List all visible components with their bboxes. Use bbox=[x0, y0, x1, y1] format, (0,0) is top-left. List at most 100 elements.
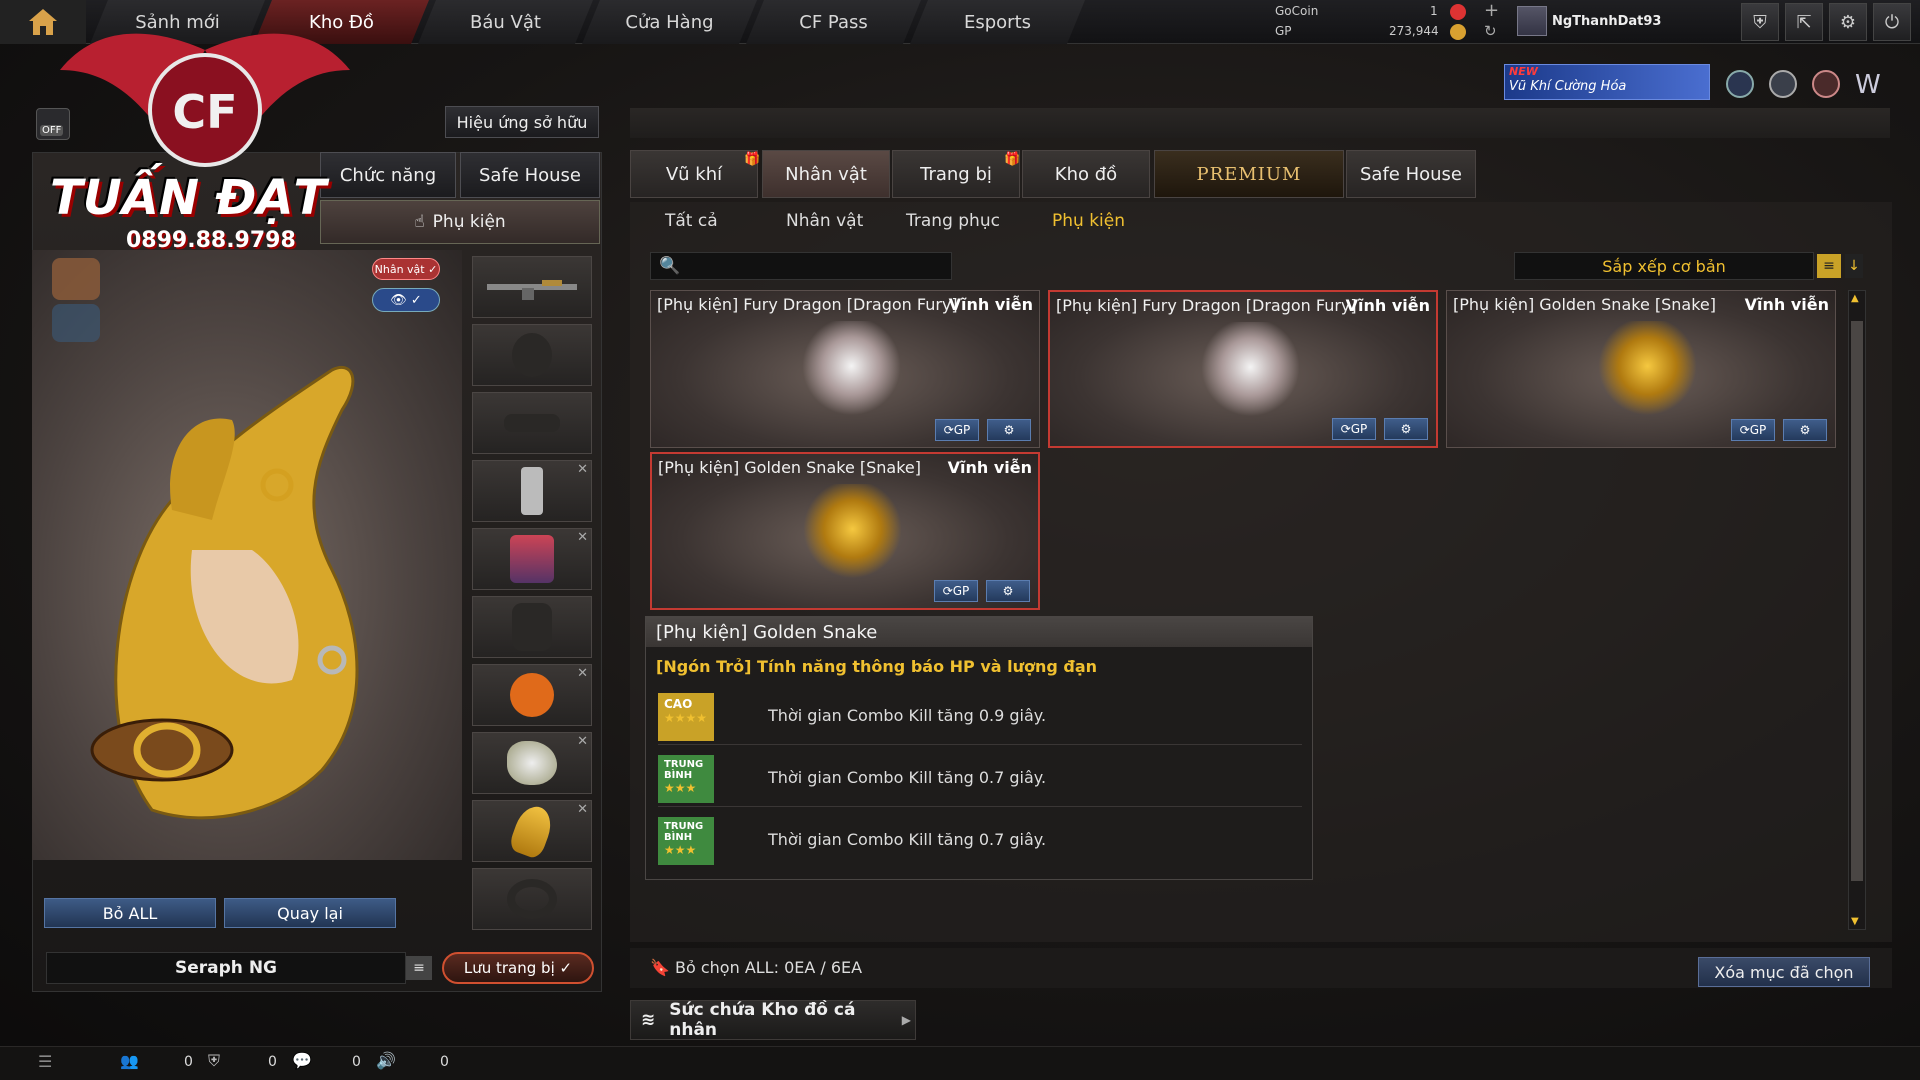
character-badge[interactable]: Nhân vật ✓ bbox=[372, 258, 440, 280]
settings-icon[interactable]: ⚙ bbox=[986, 580, 1030, 602]
tab-safe-house-left[interactable]: Safe House bbox=[460, 152, 600, 198]
tab-equipment[interactable]: Trang bị bbox=[892, 150, 1020, 198]
visibility-toggle[interactable]: 👁 ✓ bbox=[372, 288, 440, 312]
remove-all-button[interactable]: Bỏ ALL bbox=[44, 898, 216, 928]
list-view-icon[interactable]: ≡ bbox=[1817, 254, 1841, 278]
item-card[interactable]: [Phụ kiện] Golden Snake [Snake] Vĩnh viễ… bbox=[650, 452, 1040, 610]
item-card[interactable]: [Phụ kiện] Fury Dragon [Dragon Fury] Vĩn… bbox=[1048, 290, 1438, 448]
gift-icon: 🎁 bbox=[744, 152, 761, 167]
tab-weapons[interactable]: Vũ khí bbox=[630, 150, 758, 198]
vip-badge-icon[interactable] bbox=[1726, 70, 1754, 98]
slot-radio[interactable]: ✕ bbox=[472, 460, 592, 522]
scroll-down-icon[interactable]: ▼ bbox=[1851, 916, 1859, 927]
golden-glove-illustration bbox=[90, 366, 359, 820]
search-input[interactable] bbox=[688, 258, 939, 274]
clan-icon[interactable]: ⛨ bbox=[208, 1051, 220, 1071]
item-card[interactable]: [Phụ kiện] Fury Dragon [Dragon Fury] Vĩn… bbox=[650, 290, 1040, 448]
speaker-icon[interactable]: 🔊 bbox=[376, 1051, 396, 1070]
scroll-thumb[interactable] bbox=[1851, 321, 1863, 881]
settings-icon[interactable]: ⚙ bbox=[1384, 418, 1428, 440]
remove-icon[interactable]: ✕ bbox=[577, 802, 588, 817]
menu-list-icon[interactable]: ☰ bbox=[38, 1052, 52, 1071]
add-currency-icon[interactable]: + bbox=[1484, 0, 1499, 21]
promo-banner[interactable]: NEW Vũ Khí Cường Hóa bbox=[1504, 64, 1710, 100]
w-logo-icon[interactable]: W bbox=[1855, 70, 1881, 100]
backpack-icon bbox=[510, 535, 554, 583]
shield-icon[interactable]: ⛨ bbox=[1741, 3, 1779, 41]
slot-dragon-ring[interactable]: ✕ bbox=[472, 732, 592, 794]
refresh-icon[interactable]: ↻ bbox=[1484, 22, 1497, 40]
grade-badge: TRUNG BÌNH ★★★ bbox=[658, 817, 714, 865]
power-icon[interactable]: ⏻ bbox=[1873, 3, 1911, 41]
gocoin-icon bbox=[1450, 4, 1466, 20]
back-button[interactable]: Quay lại bbox=[224, 898, 396, 928]
sort-order-icon[interactable]: ↓ bbox=[1845, 254, 1863, 278]
subtab-all[interactable]: Tất cả bbox=[665, 206, 718, 236]
logo-phone: 0899.88.9798 bbox=[126, 228, 296, 253]
subtab-outfits[interactable]: Trang phục bbox=[906, 206, 1000, 236]
gp-label: GP bbox=[1275, 24, 1292, 38]
nav-tab-shop[interactable]: Cửa Hàng bbox=[582, 0, 757, 44]
character-icon-2[interactable] bbox=[52, 304, 100, 342]
delete-selected-button[interactable]: Xóa mục đã chọn bbox=[1698, 957, 1870, 987]
gocoin-value: 1 bbox=[1430, 4, 1438, 18]
tab-characters[interactable]: Nhân vật bbox=[762, 150, 890, 198]
convert-gp-button[interactable]: ⟳ GP bbox=[1731, 419, 1775, 441]
settings-icon[interactable]: ⚙ bbox=[1783, 419, 1827, 441]
convert-gp-button[interactable]: ⟳ GP bbox=[935, 419, 979, 441]
tooltip-subtitle: [Ngón Trỏ] Tính năng thông báo HP và lượ… bbox=[656, 657, 1098, 676]
save-loadout-button[interactable]: Lưu trang bị ✓ bbox=[442, 952, 594, 984]
storage-capacity-button[interactable]: ≋ Sức chứa Kho đồ cá nhân ▶ bbox=[630, 1000, 916, 1040]
tab-safe-house[interactable]: Safe House bbox=[1346, 150, 1476, 198]
search-box[interactable]: 🔍 bbox=[650, 252, 952, 280]
convert-gp-button[interactable]: ⟳ GP bbox=[934, 580, 978, 602]
slot-weapon[interactable] bbox=[472, 256, 592, 318]
slot-ring[interactable] bbox=[472, 868, 592, 930]
grade-badge: CAO ★★★★ bbox=[658, 693, 714, 741]
nav-tab-cf-pass[interactable]: CF Pass bbox=[746, 0, 921, 44]
item-card[interactable]: [Phụ kiện] Golden Snake [Snake] Vĩnh viễ… bbox=[1446, 290, 1836, 448]
chat-icon[interactable]: 💬 bbox=[292, 1051, 312, 1070]
gear-icon[interactable]: ⚙ bbox=[1829, 3, 1867, 41]
preset-name-field[interactable]: Seraph NG bbox=[46, 952, 406, 984]
slot-vest[interactable] bbox=[472, 596, 592, 658]
nav-tab-treasure[interactable]: Báu Vật bbox=[418, 0, 593, 44]
scroll-up-icon[interactable]: ▲ bbox=[1851, 293, 1859, 304]
subtab-accessories[interactable]: Phụ kiện bbox=[1052, 206, 1125, 236]
speaker-count: 0 bbox=[440, 1054, 449, 1070]
remove-icon[interactable]: ✕ bbox=[577, 462, 588, 477]
status-bar bbox=[0, 1046, 1920, 1080]
owned-effects-button[interactable]: Hiệu ứng sở hữu bbox=[445, 106, 599, 138]
slot-backpack[interactable]: ✕ bbox=[472, 528, 592, 590]
slot-head[interactable] bbox=[472, 324, 592, 386]
head-silhouette-icon bbox=[512, 333, 552, 377]
tab-storage[interactable]: Kho đồ bbox=[1022, 150, 1150, 198]
scrollbar[interactable]: ▲ ▼ bbox=[1848, 290, 1866, 930]
remove-icon[interactable]: ✕ bbox=[577, 734, 588, 749]
sort-dropdown[interactable]: Sắp xếp cơ bản bbox=[1514, 252, 1814, 280]
remove-icon[interactable]: ✕ bbox=[577, 666, 588, 681]
stat-row: CAO ★★★★ Thời gian Combo Kill tăng 0.9 gi… bbox=[658, 689, 1302, 745]
snake-accessory-icon bbox=[507, 801, 557, 861]
convert-gp-button[interactable]: ⟳ GP bbox=[1332, 418, 1376, 440]
nav-tab-esports[interactable]: Esports bbox=[910, 0, 1085, 44]
settings-icon[interactable]: ⚙ bbox=[987, 419, 1031, 441]
tuan-dat-logo: CF TUẤN ĐẠT 0899.88.9798 bbox=[40, 10, 370, 253]
character-icon-1[interactable] bbox=[52, 258, 100, 300]
menu-icon[interactable]: ≡ bbox=[406, 956, 432, 980]
tab-premium[interactable]: PREMIUM bbox=[1154, 150, 1344, 198]
emblem-icon[interactable] bbox=[1812, 70, 1840, 98]
deselect-all[interactable]: 🔖 Bỏ chọn ALL: 0EA / 6EA bbox=[650, 958, 862, 977]
eye-icon: 👁 ✓ bbox=[390, 292, 422, 308]
globe-icon[interactable] bbox=[1769, 70, 1797, 98]
clan-count: 0 bbox=[268, 1054, 277, 1070]
exit-room-icon[interactable]: ⇱ bbox=[1785, 3, 1823, 41]
slot-glasses[interactable] bbox=[472, 392, 592, 454]
layers-icon: ≋ bbox=[641, 1010, 656, 1030]
remove-icon[interactable]: ✕ bbox=[577, 530, 588, 545]
slot-snake-ring[interactable]: ✕ bbox=[472, 800, 592, 862]
character-preview[interactable] bbox=[32, 250, 462, 860]
subtab-characters[interactable]: Nhân vật bbox=[786, 206, 863, 236]
slot-pumpkin[interactable]: ✕ bbox=[472, 664, 592, 726]
friends-icon[interactable]: 👥 bbox=[120, 1052, 139, 1070]
